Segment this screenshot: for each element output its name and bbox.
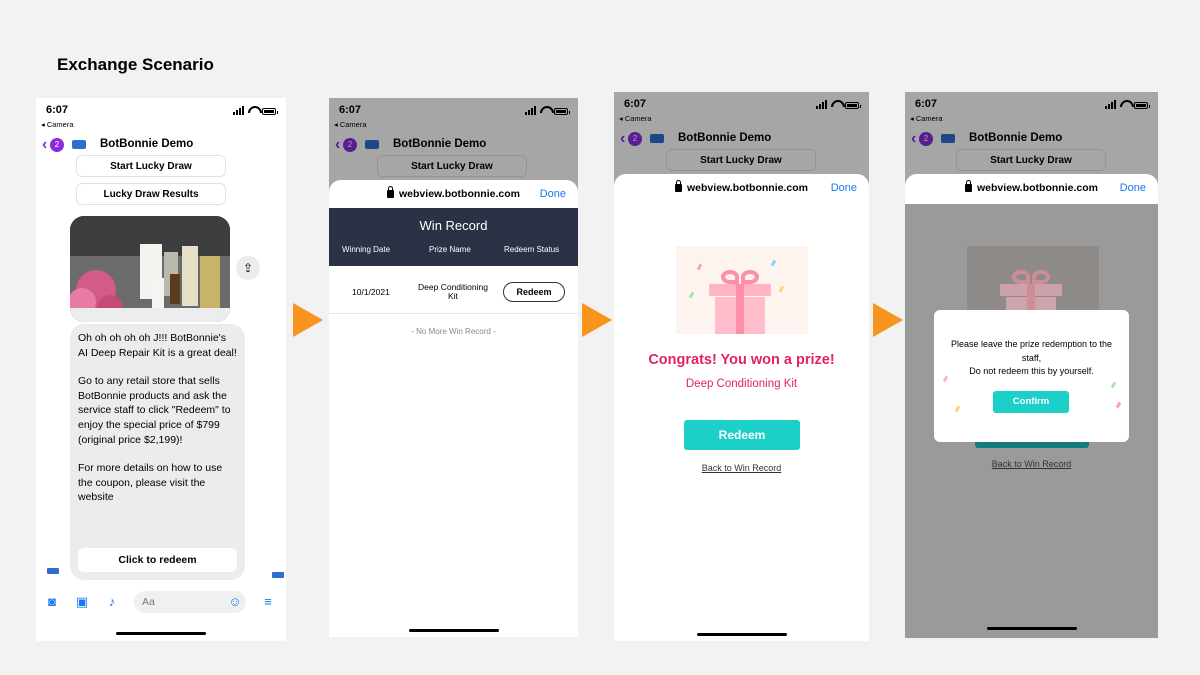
redeem-button[interactable]: Redeem [684,420,800,450]
phone-confirm-modal: 6:07 ◂ Camera ‹ 2 BotBonnie Demo Start L… [905,92,1158,638]
message-paragraph: Go to any retail store that sells BotBon… [78,375,231,446]
bot-avatar-icon [47,568,59,574]
webview-sheet: webview.botbonnie.com Done Win Record Wi… [329,180,578,637]
phone-prize-won: 6:07 ◂ Camera ‹ 2 BotBonnie Demo Start L… [614,92,869,641]
phone-win-record: 6:07 ◂ Camera ‹ 2 BotBonnie Demo Start L… [329,98,578,637]
row-redeem-button[interactable]: Redeem [503,282,565,302]
table-row: 10/1/2021 Deep Conditioning Kit Redeem [329,266,578,314]
modal-message-line1: Please leave the prize redemption to the… [950,339,1113,363]
win-record-header: Win Record Winning Date Prize Name Redee… [329,208,578,266]
battery-icon [262,108,278,115]
back-to-win-record-link[interactable]: Back to Win Record [905,459,1158,469]
lock-icon [965,180,973,192]
congrats-heading: Congrats! You won a prize! [648,352,835,368]
no-more-records: - No More Win Record - [411,327,496,336]
lock-icon [387,186,395,198]
webview-sheet: webview.botbonnie.com Done Congrats! You… [614,174,869,641]
back-to-win-record-link[interactable]: Back to Win Record [614,463,869,473]
signal-icon [233,106,244,115]
url-text: webview.botbonnie.com [687,182,808,194]
home-indicator [408,629,499,632]
start-lucky-draw-button[interactable]: Start Lucky Draw [76,155,226,177]
back-chevron-icon[interactable]: ‹ [42,136,47,154]
wifi-icon [248,106,258,115]
confirm-modal: Please leave the prize redemption to the… [934,310,1129,442]
image-icon[interactable]: ▣ [74,595,90,609]
status-bar: 6:07 ◂ Camera [36,98,286,132]
modal-message-line2: Do not redeem this by yourself. [969,366,1094,376]
win-record-title: Win Record [419,218,488,233]
url-bar: webview.botbonnie.com Done [614,174,869,204]
webview-sheet: webview.botbonnie.com Done Back to Win R… [905,174,1158,638]
microphone-icon[interactable]: ♪ [104,595,120,609]
done-button[interactable]: Done [831,182,857,194]
phone-messenger-chat: 6:07 ◂ Camera ‹ 2 BotBonnie Demo Start L… [36,98,286,641]
gift-icon [709,270,771,334]
url-text: webview.botbonnie.com [399,188,520,200]
flow-arrow-icon [582,303,612,337]
status-icons [233,106,278,115]
lock-icon [675,180,683,192]
menu-icon[interactable]: ≡ [260,595,276,609]
click-to-redeem-button[interactable]: Click to redeem [78,548,237,572]
camera-icon[interactable]: ◙ [44,595,60,609]
chat-name: BotBonnie Demo [100,138,194,150]
home-indicator [986,627,1077,630]
product-image [70,216,230,322]
url-text: webview.botbonnie.com [977,182,1098,194]
done-button[interactable]: Done [540,188,566,200]
lucky-draw-results-button[interactable]: Lucky Draw Results [76,183,226,205]
column-prize-name: Prize Name [429,245,471,254]
row-date: 10/1/2021 [352,287,390,297]
home-indicator [696,633,787,636]
share-icon[interactable]: ⇪ [236,256,260,280]
column-redeem-status: Redeem Status [504,245,560,254]
status-time: 6:07 [46,104,69,116]
page-title: Exchange Scenario [57,55,214,74]
url-bar: webview.botbonnie.com Done [329,180,578,210]
seen-avatar-icon [272,572,284,578]
column-winning-date: Winning Date [342,245,391,254]
unread-badge: 2 [50,138,64,152]
confirm-button[interactable]: Confirm [993,391,1069,413]
flow-arrow-icon [873,303,903,337]
bot-logo-icon [72,140,86,149]
emoji-icon[interactable]: ☺ [227,595,243,609]
url-bar: webview.botbonnie.com Done [905,174,1158,204]
flow-arrow-icon [293,303,323,337]
done-button[interactable]: Done [1120,182,1146,194]
message-paragraph: Oh oh oh oh oh J!!! BotBonnie's AI Deep … [78,332,237,359]
gift-illustration [676,246,808,334]
prize-name: Deep Conditioning Kit [685,378,798,390]
row-prize: Deep Conditioning Kit [418,282,488,301]
back-to-camera[interactable]: ◂ Camera [41,120,74,129]
message-bubble: Oh oh oh oh oh J!!! BotBonnie's AI Deep … [70,324,245,580]
message-paragraph: For more details on how to use the coupo… [78,462,223,504]
home-indicator [116,632,206,635]
composer: ◙ ▣ ♪ Aa ☺ ≡ [36,588,286,618]
